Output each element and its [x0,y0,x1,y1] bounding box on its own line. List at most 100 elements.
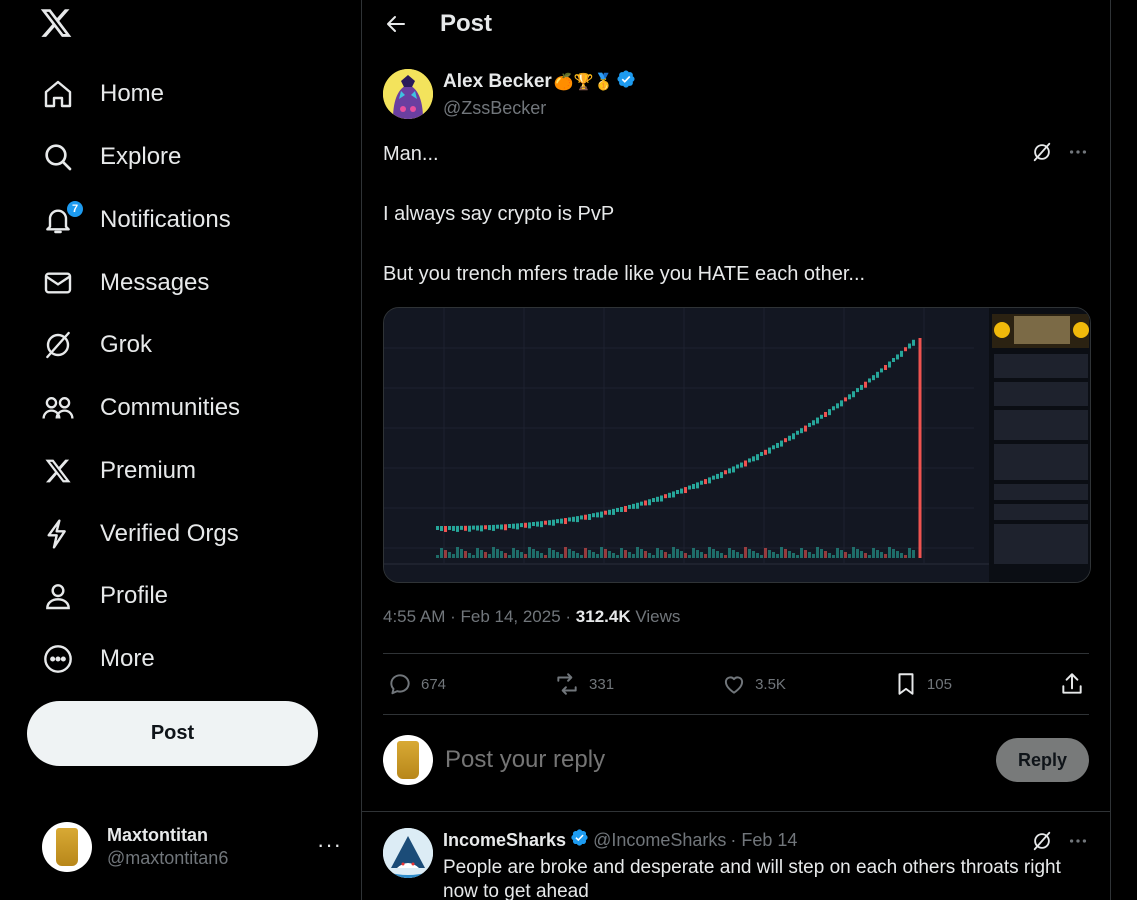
candle [520,523,523,528]
volume-bar [652,555,655,558]
sidebar-item-label: Verified Orgs [100,520,239,547]
candle [684,487,687,494]
reply-date[interactable]: · Feb 14 [730,830,797,851]
reply-submit-button[interactable]: Reply [996,738,1089,782]
sidebar-item-more[interactable]: More [40,634,155,684]
volume-bar [724,555,727,558]
candle [584,514,587,520]
notification-badge: 7 [66,200,84,218]
volume-bar [876,550,879,558]
sidebar-item-label: Explore [100,143,182,170]
reply-icon [390,674,410,695]
search-icon [40,139,76,175]
candle [744,460,747,467]
volume-bar [780,547,783,558]
avatar[interactable] [383,828,433,878]
volume-bar [820,549,823,558]
tweet-author: Alex Becker 🍊🏆🥇 @ZssBecker [383,69,1089,121]
tweet-media-chart-screenshot[interactable] [383,307,1091,583]
sidebar-item-premium[interactable]: Premium [40,446,196,496]
volume-bar [684,553,687,558]
author-handle[interactable]: @ZssBecker [443,98,636,119]
candle [608,509,611,515]
candle [708,477,711,484]
grok-icon[interactable] [1031,830,1053,857]
candle [832,406,835,411]
candle [892,358,895,363]
reply-author-name[interactable]: IncomeSharks [443,830,566,851]
volume-bar [596,554,599,558]
candle [436,526,439,530]
candle [728,468,731,474]
volume-bar [512,548,515,558]
volume-bar [568,549,571,558]
volume-bar [676,549,679,558]
repost-count: 331 [589,675,615,693]
candle [552,519,555,526]
more-icon[interactable]: ··· [317,832,342,858]
candle [596,512,599,518]
candle [516,523,519,530]
sidebar-item-communities[interactable]: Communities [40,383,240,433]
bookmark-button[interactable]: 105 [893,671,952,697]
volume-bar [688,555,691,558]
candle [732,466,735,473]
share-button[interactable] [1059,671,1085,697]
volume-bar [440,548,443,558]
volume-bar [884,554,887,558]
more-icon[interactable] [1067,141,1089,168]
back-arrow-icon[interactable] [384,12,408,36]
candle [720,472,723,479]
sidebar-item-verified-orgs[interactable]: Verified Orgs [40,509,239,559]
tweet-timestamp[interactable]: 4:55 AM · Feb 14, 2025 · [383,607,576,626]
candle [888,361,891,368]
sidebar-item-label: More [100,645,155,672]
author-name[interactable]: Alex Becker 🍊🏆🥇 [443,69,636,95]
candle [700,480,703,485]
candle [668,492,671,498]
sidebar-item-home[interactable]: Home [40,69,164,119]
candle [564,518,567,525]
volume-bar [768,550,771,558]
sidebar-item-grok[interactable]: Grok [40,320,152,370]
sidebar-item-messages[interactable]: Messages [40,258,209,308]
volume-bar [696,550,699,558]
volume-bar [908,548,911,558]
volume-bar [836,548,839,558]
volume-bar [760,555,763,558]
reply-button[interactable]: 674 [387,671,446,697]
volume-bar [556,552,559,558]
volume-bar [716,551,719,558]
volume-bar [860,551,863,558]
repost-button[interactable]: 331 [553,671,614,697]
account-switcher[interactable]: Maxtontitan @maxtontitan6 ··· [42,820,342,874]
like-button[interactable]: 3.5K [721,671,786,697]
compose-post-button[interactable]: Post [27,701,318,766]
candle [912,339,915,346]
volume-bar [812,554,815,558]
sidebar-item-profile[interactable]: Profile [40,571,168,621]
sidebar-item-explore[interactable]: Explore [40,132,181,182]
volume-bar [728,548,731,558]
candle [468,525,471,532]
bell-icon: 7 [40,200,84,238]
reply-input[interactable] [445,746,945,774]
sidebar-item-notifications[interactable]: 7 Notifications [40,195,231,245]
sidebar-item-label: Profile [100,582,169,609]
reply-tweet[interactable]: IncomeSharks @IncomeSharks · Feb 14 Peop… [362,811,1110,900]
candle [772,445,775,450]
grok-icon[interactable] [1031,141,1053,168]
x-logo-icon[interactable] [38,6,80,44]
sidebar-item-label: Premium [100,457,197,484]
candle [636,502,639,509]
more-icon[interactable] [1067,830,1089,857]
volume-bar [476,548,479,558]
tweet-text: Man... I always say crypto is PvP But yo… [383,139,1089,289]
candle [568,517,571,522]
candle [500,524,503,530]
avatar[interactable] [383,69,433,119]
volume-bar [616,555,619,558]
candle [768,447,771,454]
candle [588,513,591,520]
reply-author-handle[interactable]: @IncomeSharks [593,830,726,851]
